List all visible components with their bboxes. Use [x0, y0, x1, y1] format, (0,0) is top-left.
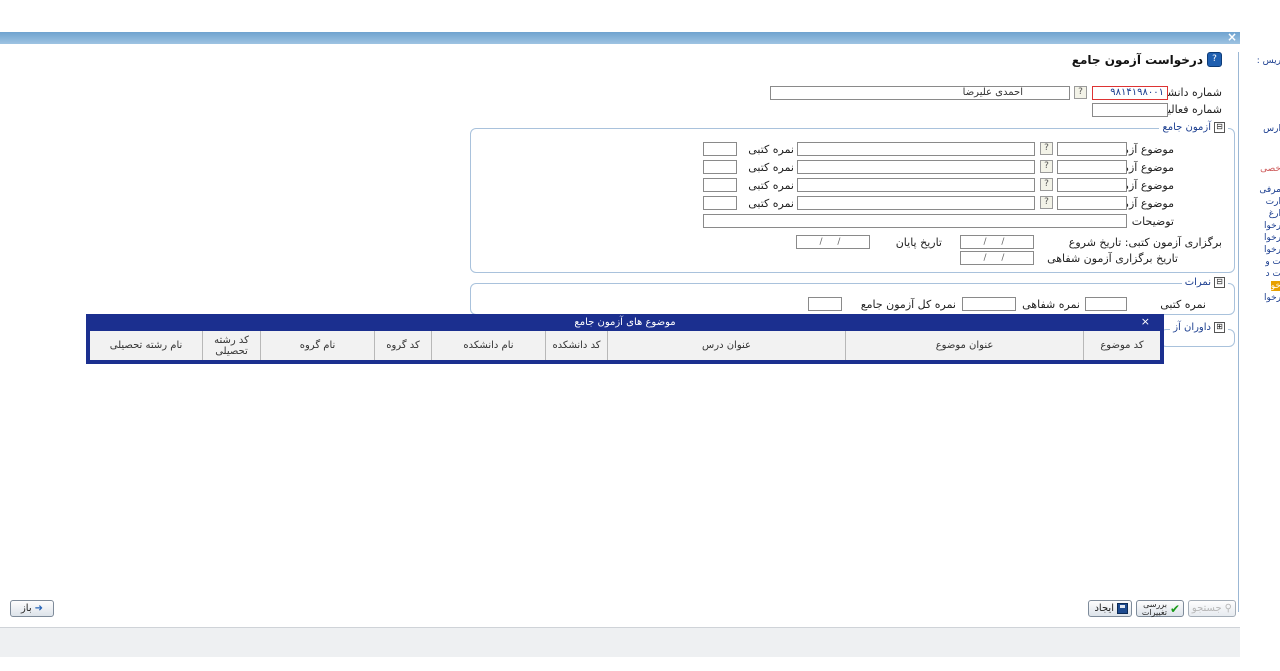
- end-date-field[interactable]: / /: [796, 235, 870, 249]
- strip-text[interactable]: رخوا: [1264, 233, 1280, 243]
- activity-no-field[interactable]: [1092, 103, 1168, 117]
- subjects-popup: موضوع های آزمون جامع × کد موضوع عنوان مو…: [86, 314, 1164, 364]
- subject-4-score-label: نمره کتبی: [748, 197, 794, 210]
- popup-title: موضوع های آزمون جامع: [574, 317, 676, 328]
- review-changes-label: بررسی تغییرات: [1141, 599, 1167, 617]
- scores-legend[interactable]: ⊟ نمرات: [1181, 277, 1228, 288]
- exam-legend[interactable]: ⊟ آزمون جامع: [1159, 122, 1228, 133]
- create-button[interactable]: ایجاد: [1088, 600, 1132, 617]
- column-header[interactable]: کد گروه: [374, 331, 431, 360]
- expand-icon[interactable]: ⊞: [1214, 322, 1225, 333]
- help-icon[interactable]: ?: [1207, 52, 1222, 67]
- save-icon: [1117, 603, 1128, 614]
- strip-text[interactable]: ارت: [1266, 197, 1280, 207]
- column-header[interactable]: نام گروه: [260, 331, 374, 360]
- create-button-label: ایجاد: [1094, 603, 1114, 614]
- page-title: درخواست آزمون جامع: [1071, 52, 1203, 67]
- total-score-label: نمره کل آزمون جامع: [860, 298, 956, 311]
- column-header[interactable]: کد موضوع: [1083, 331, 1160, 360]
- column-header[interactable]: عنوان موضوع: [845, 331, 1083, 360]
- strip-text[interactable]: رخوا: [1264, 245, 1280, 255]
- written-score-field[interactable]: [1085, 297, 1127, 311]
- notes-field[interactable]: [703, 214, 1127, 228]
- dialog-heading: ? درخواست آزمون جامع: [1072, 52, 1222, 67]
- oral-exam-date-label: تاریخ برگزاری آزمون شفاهی: [1047, 252, 1178, 265]
- subject-2-title-field[interactable]: [797, 160, 1035, 174]
- subject-3-score-label: نمره کتبی: [748, 179, 794, 192]
- subject-1-score-field[interactable]: [703, 142, 737, 156]
- column-header[interactable]: کد دانشکده: [545, 331, 607, 360]
- column-header[interactable]: کد رشته تحصیلی: [202, 331, 260, 360]
- exam-legend-label: آزمون جامع: [1162, 122, 1211, 133]
- column-header[interactable]: نام دانشکده: [431, 331, 545, 360]
- written-start-date-field[interactable]: / /: [960, 235, 1034, 249]
- strip-text: خصی: [1260, 164, 1280, 174]
- strip-text[interactable]: مرفی: [1259, 185, 1280, 195]
- notes-label: توضیحات: [1131, 215, 1174, 228]
- dialog-titlebar: [0, 32, 1240, 44]
- scores-legend-label: نمرات: [1184, 277, 1211, 288]
- column-header[interactable]: نام رشته تحصیلی: [90, 331, 202, 360]
- total-score-field[interactable]: [808, 297, 842, 311]
- subject-4-title-field[interactable]: [797, 196, 1035, 210]
- oral-exam-date-field[interactable]: / /: [960, 251, 1034, 265]
- strip-text[interactable]: ت د: [1266, 269, 1280, 279]
- review-changes-button[interactable]: ✔ بررسی تغییرات: [1136, 600, 1184, 617]
- back-button-label: باز: [20, 603, 32, 614]
- subject-3-title-field[interactable]: [797, 178, 1035, 192]
- subject-2-code-field[interactable]: [1057, 160, 1127, 174]
- strip-text[interactable]: رخوا: [1264, 293, 1280, 303]
- subject-1-code-field[interactable]: [1057, 142, 1127, 156]
- column-header[interactable]: عنوان درس: [607, 331, 845, 360]
- strip-text[interactable]: ت و: [1265, 257, 1280, 267]
- subject-1-score-label: نمره کتبی: [748, 143, 794, 156]
- subject-2-score-field[interactable]: [703, 160, 737, 174]
- subject-1-title-field[interactable]: [797, 142, 1035, 156]
- written-exam-start-label: برگزاری آزمون کتبی: تاریخ شروع: [1068, 236, 1222, 249]
- subject-2-lookup-button[interactable]: ?: [1040, 160, 1053, 173]
- judges-legend-label: داوران آز: [1173, 322, 1211, 333]
- subject-3-code-field[interactable]: [1057, 178, 1127, 192]
- strip-text[interactable]: خو: [1270, 281, 1280, 291]
- back-button[interactable]: ➜ باز: [10, 600, 54, 617]
- subject-3-lookup-button[interactable]: ?: [1040, 178, 1053, 191]
- end-date-label: تاریخ پایان: [895, 236, 942, 249]
- subject-1-lookup-button[interactable]: ?: [1040, 142, 1053, 155]
- subject-2-score-label: نمره کتبی: [748, 161, 794, 174]
- strip-text[interactable]: رخوا: [1264, 221, 1280, 231]
- written-score-label: نمره کتبی: [1160, 298, 1206, 311]
- student-name-value: احمدی علیرضا: [962, 87, 1023, 98]
- collapse-icon[interactable]: ⊟: [1214, 277, 1225, 288]
- background-page-strip: ریس : ارس خصی مرفی ارت ارغ رخوا رخوا رخو…: [1238, 52, 1280, 612]
- popup-close-button[interactable]: ×: [1141, 316, 1150, 328]
- student-name-field[interactable]: احمدی علیرضا: [770, 86, 1070, 100]
- search-button[interactable]: ⚲ جستجو: [1188, 600, 1236, 617]
- oral-score-field[interactable]: [962, 297, 1016, 311]
- subject-3-score-field[interactable]: [703, 178, 737, 192]
- oral-score-label: نمره شفاهی: [1022, 298, 1080, 311]
- subject-4-code-field[interactable]: [1057, 196, 1127, 210]
- strip-text: ارس: [1263, 124, 1280, 134]
- judges-legend[interactable]: ⊞ داوران آز: [1170, 322, 1228, 333]
- check-icon: ✔: [1169, 601, 1180, 616]
- popup-table-header: کد موضوع عنوان موضوع عنوان درس کد دانشکد…: [90, 331, 1160, 360]
- search-button-label: جستجو: [1191, 603, 1222, 614]
- subject-4-score-field[interactable]: [703, 196, 737, 210]
- subject-4-lookup-button[interactable]: ?: [1040, 196, 1053, 209]
- collapse-icon[interactable]: ⊟: [1214, 122, 1225, 133]
- strip-text[interactable]: ارغ: [1269, 209, 1280, 219]
- strip-text: ریس :: [1256, 56, 1280, 66]
- page-bottom: [0, 657, 1280, 671]
- back-arrow-icon: ➜: [34, 603, 44, 614]
- student-no-field[interactable]: ۹۸۱۴۱۹۸۰۰۱: [1092, 86, 1168, 100]
- binoculars-icon: ⚲: [1224, 603, 1232, 614]
- student-lookup-button[interactable]: ?: [1074, 86, 1087, 99]
- dialog-close-button[interactable]: ×: [1226, 30, 1238, 44]
- status-bar: [0, 627, 1240, 658]
